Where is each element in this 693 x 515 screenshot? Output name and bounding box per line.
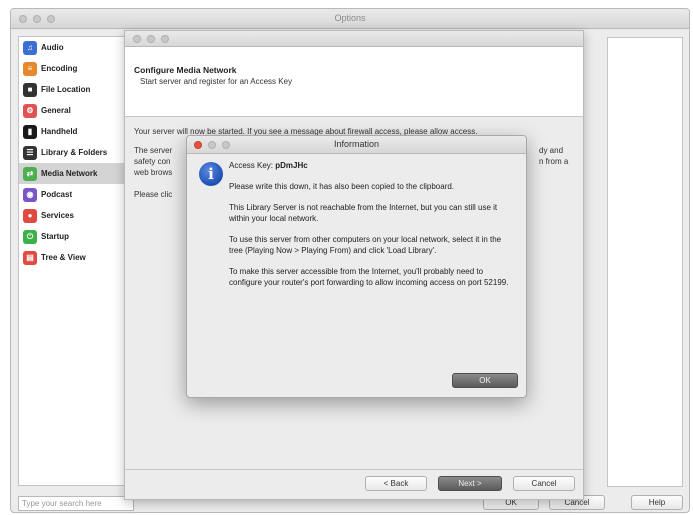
access-key-label: Access Key: — [229, 161, 276, 170]
wizard-text-right: n from a — [539, 157, 569, 166]
next-button[interactable]: Next > — [438, 476, 502, 491]
dialog-ok-button[interactable]: OK — [452, 373, 518, 388]
sidebar-item-label: Services — [41, 211, 74, 220]
sidebar-item-label: File Location — [41, 85, 91, 94]
sidebar-item-label: Handheld — [41, 127, 78, 136]
services-icon: ● — [23, 208, 37, 223]
sidebar-item[interactable]: ≡ Encoding — [19, 58, 133, 79]
dialog-paragraph-clipboard: Please write this down, it has also been… — [229, 182, 455, 191]
options-sidebar: ♫ Audio ≡ Encoding ■ File Location ⚙ General ▮ Ha… — [18, 36, 134, 486]
sidebar-item[interactable]: ◉ Podcast — [19, 184, 133, 205]
access-key-line: Access Key: pDmJHc — [229, 160, 514, 171]
folder-icon: ■ — [23, 82, 37, 97]
dialog-title: Information — [333, 139, 380, 149]
wizard-cancel-button[interactable]: Cancel — [513, 476, 575, 491]
wizard-minimize-button[interactable] — [147, 35, 155, 43]
wizard-title: Configure Media Network — [134, 65, 237, 75]
library-icon: ☰ — [23, 145, 37, 160]
dialog-paragraph-reachability: This Library Server is not reachable fro… — [229, 203, 498, 223]
search-input[interactable]: Type your search here — [18, 496, 134, 511]
sidebar-item[interactable]: ■ File Location — [19, 79, 133, 100]
podcast-icon: ◉ — [23, 187, 37, 202]
wizard-header: Configure Media Network Start server and… — [125, 47, 583, 117]
encoding-icon: ≡ — [23, 61, 37, 76]
sidebar-item-label: Encoding — [41, 64, 78, 73]
wizard-subtitle: Start server and register for an Access … — [140, 77, 293, 86]
sidebar-item-label: Audio — [41, 43, 64, 52]
access-key-value: pDmJHc — [275, 161, 308, 170]
options-content-panel — [607, 37, 683, 487]
wizard-divider — [125, 469, 583, 470]
sidebar-item-label: General — [41, 106, 71, 115]
sidebar-item[interactable]: ⚙ General — [19, 100, 133, 121]
tree-icon: ▤ — [23, 250, 37, 265]
info-icon: i — [199, 162, 223, 186]
dialog-paragraph-local-use: To use this server from other computers … — [229, 235, 502, 255]
dialog-message: Access Key: pDmJHc Please write this dow… — [229, 160, 514, 298]
sidebar-item-label: Tree & View — [41, 253, 86, 262]
sidebar-item[interactable]: ▤ Tree & View — [19, 247, 133, 268]
wizard-window-controls — [133, 35, 169, 43]
wizard-text-right: dy and — [539, 146, 564, 155]
sidebar-item-label: Library & Folders — [41, 148, 108, 157]
back-button[interactable]: < Back — [365, 476, 427, 491]
information-dialog: Information i Access Key: pDmJHc Please … — [186, 135, 527, 398]
handheld-icon: ▮ — [23, 124, 37, 139]
sidebar-item-label: Startup — [41, 232, 69, 241]
network-icon: ⇄ — [23, 166, 37, 181]
sidebar-item[interactable]: ● Services — [19, 205, 133, 226]
sidebar-item[interactable]: ♫ Audio — [19, 37, 133, 58]
help-button[interactable]: Help — [631, 495, 683, 510]
gear-icon: ⚙ — [23, 103, 37, 118]
sidebar-item-label: Podcast — [41, 190, 73, 199]
sidebar-item[interactable]: ⇄ Media Network — [19, 163, 133, 184]
window-title: Options — [334, 13, 366, 23]
dialog-titlebar[interactable]: Information — [187, 136, 526, 154]
wizard-zoom-button[interactable] — [161, 35, 169, 43]
speaker-icon: ♫ — [23, 40, 37, 55]
sidebar-item[interactable]: ⏻ Startup — [19, 226, 133, 247]
wizard-titlebar — [125, 31, 583, 47]
sidebar-item-label: Media Network — [41, 169, 98, 178]
startup-icon: ⏻ — [23, 229, 37, 244]
dialog-paragraph-port-forwarding: To make this server accessible from the … — [229, 267, 509, 287]
options-titlebar[interactable]: Options — [11, 9, 689, 29]
sidebar-item[interactable]: ▮ Handheld — [19, 121, 133, 142]
sidebar-item[interactable]: ☰ Library & Folders — [19, 142, 133, 163]
wizard-close-button[interactable] — [133, 35, 141, 43]
